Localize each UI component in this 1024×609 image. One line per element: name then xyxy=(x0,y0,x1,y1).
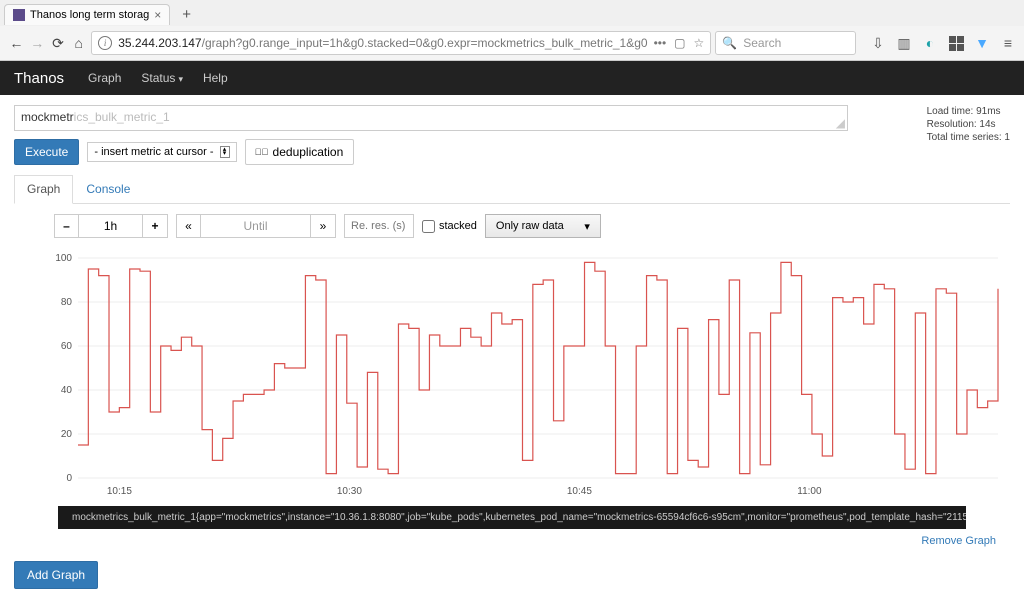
svg-text:10:15: 10:15 xyxy=(107,486,132,497)
dedup-check-icon: ✓⃝ xyxy=(256,146,268,158)
tabs: Graph Console xyxy=(14,175,1010,204)
search-field[interactable]: 🔍 Search xyxy=(715,31,856,55)
reload-button[interactable]: ⟳ xyxy=(50,32,67,54)
more-icon[interactable]: ••• xyxy=(654,36,667,50)
time-forward-button[interactable]: » xyxy=(311,215,335,237)
favicon-icon xyxy=(13,9,25,21)
svg-text:11:00: 11:00 xyxy=(797,486,822,497)
svg-text:20: 20 xyxy=(61,429,73,440)
range-plus-button[interactable]: + xyxy=(143,215,167,237)
add-graph-button[interactable]: Add Graph xyxy=(14,561,98,589)
dropdown-caret-icon: ▾ xyxy=(584,220,590,233)
caret-down-icon: ▾ xyxy=(178,74,183,84)
chart: 0 20 40 60 80 100 10:15 10:30 10:45 11:00 xyxy=(48,248,1000,498)
time-back-button[interactable]: « xyxy=(177,215,201,237)
stat-load-time: Load time: 91ms xyxy=(927,105,1010,118)
nav-bar: ← → ⟳ ⌂ i 35.244.203.147/graph?g0.range_… xyxy=(0,26,1024,60)
graph-controls: – 1h + « Until » stacked Only raw data ▾ xyxy=(54,214,1010,238)
range-group: – 1h + xyxy=(54,214,168,238)
remove-graph-link[interactable]: Remove Graph xyxy=(14,535,996,547)
dedup-button[interactable]: ✓⃝ deduplication xyxy=(245,139,355,165)
query-input[interactable]: mockmetrics_bulk_metric_1 ◢ xyxy=(14,105,848,131)
svg-text:10:30: 10:30 xyxy=(337,486,362,497)
info-icon[interactable]: i xyxy=(98,36,112,50)
tab-bar: Thanos long term storag × + xyxy=(0,0,1024,26)
select-caret-icon: ▴▾ xyxy=(220,146,230,158)
tab-console[interactable]: Console xyxy=(73,175,143,203)
back-button[interactable]: ← xyxy=(8,32,25,54)
query-row: mockmetrics_bulk_metric_1 ◢ xyxy=(14,105,1010,131)
search-placeholder: Search xyxy=(743,36,781,50)
browser-tab[interactable]: Thanos long term storag × xyxy=(4,4,170,25)
main: Load time: 91ms Resolution: 14s Total ti… xyxy=(0,95,1024,609)
resize-handle-icon[interactable]: ◢ xyxy=(836,116,845,130)
svg-text:10:45: 10:45 xyxy=(567,486,592,497)
insert-metric-select[interactable]: - insert metric at cursor - ▴▾ xyxy=(87,142,236,162)
forward-button[interactable]: → xyxy=(29,32,46,54)
stat-total-series: Total time series: 1 xyxy=(927,131,1010,144)
nav-status[interactable]: Status▾ xyxy=(141,71,183,85)
home-button[interactable]: ⌂ xyxy=(70,32,87,54)
tab-title: Thanos long term storag xyxy=(30,9,149,21)
app-nav: Thanos Graph Status▾ Help xyxy=(0,61,1024,95)
brand[interactable]: Thanos xyxy=(14,70,64,87)
range-value[interactable]: 1h xyxy=(79,215,143,237)
legend-text: mockmetrics_bulk_metric_1{app="mockmetri… xyxy=(72,512,966,523)
downloads-icon[interactable]: ⇩ xyxy=(870,35,886,51)
resolution-input[interactable] xyxy=(344,214,414,238)
range-minus-button[interactable]: – xyxy=(55,215,79,237)
time-nav-group: « Until » xyxy=(176,214,336,238)
data-mode-dropdown[interactable]: Only raw data ▾ xyxy=(485,214,601,238)
svg-text:80: 80 xyxy=(61,297,73,308)
reader-icon[interactable]: ▢ xyxy=(674,36,685,50)
control-row: Execute - insert metric at cursor - ▴▾ ✓… xyxy=(14,139,1010,165)
stacked-checkbox-input[interactable] xyxy=(422,220,435,233)
url-text: 35.244.203.147/graph?g0.range_input=1h&g… xyxy=(118,36,647,50)
toolbar-icons: ⇩ ▥ ◐ ▼ ≡ xyxy=(870,35,1016,51)
insert-metric-label: - insert metric at cursor - xyxy=(94,146,213,158)
url-bar[interactable]: i 35.244.203.147/graph?g0.range_input=1h… xyxy=(91,31,711,55)
legend[interactable]: mockmetrics_bulk_metric_1{app="mockmetri… xyxy=(58,506,966,529)
pocket-icon[interactable]: ◐ xyxy=(922,35,938,51)
menu-icon[interactable]: ≡ xyxy=(1000,35,1016,51)
funnel-icon[interactable]: ▼ xyxy=(974,35,990,51)
svg-text:40: 40 xyxy=(61,385,73,396)
sidebar-icon[interactable]: ▥ xyxy=(896,35,912,51)
svg-text:60: 60 xyxy=(61,341,73,352)
bookmark-icon[interactable]: ☆ xyxy=(694,36,705,50)
browser-chrome: Thanos long term storag × + ← → ⟳ ⌂ i 35… xyxy=(0,0,1024,61)
svg-text:0: 0 xyxy=(66,473,72,484)
apps-icon[interactable] xyxy=(948,35,964,51)
tab-graph[interactable]: Graph xyxy=(14,175,73,204)
execute-button[interactable]: Execute xyxy=(14,139,79,165)
stat-resolution: Resolution: 14s xyxy=(927,118,1010,131)
nav-graph[interactable]: Graph xyxy=(88,71,121,85)
close-tab-icon[interactable]: × xyxy=(154,8,161,22)
query-stats: Load time: 91ms Resolution: 14s Total ti… xyxy=(927,105,1010,144)
nav-help[interactable]: Help xyxy=(203,71,228,85)
stacked-checkbox[interactable]: stacked xyxy=(422,220,477,233)
search-icon: 🔍 xyxy=(722,36,737,50)
new-tab-button[interactable]: + xyxy=(176,6,197,23)
svg-text:100: 100 xyxy=(55,253,72,264)
until-input[interactable]: Until xyxy=(201,215,311,237)
